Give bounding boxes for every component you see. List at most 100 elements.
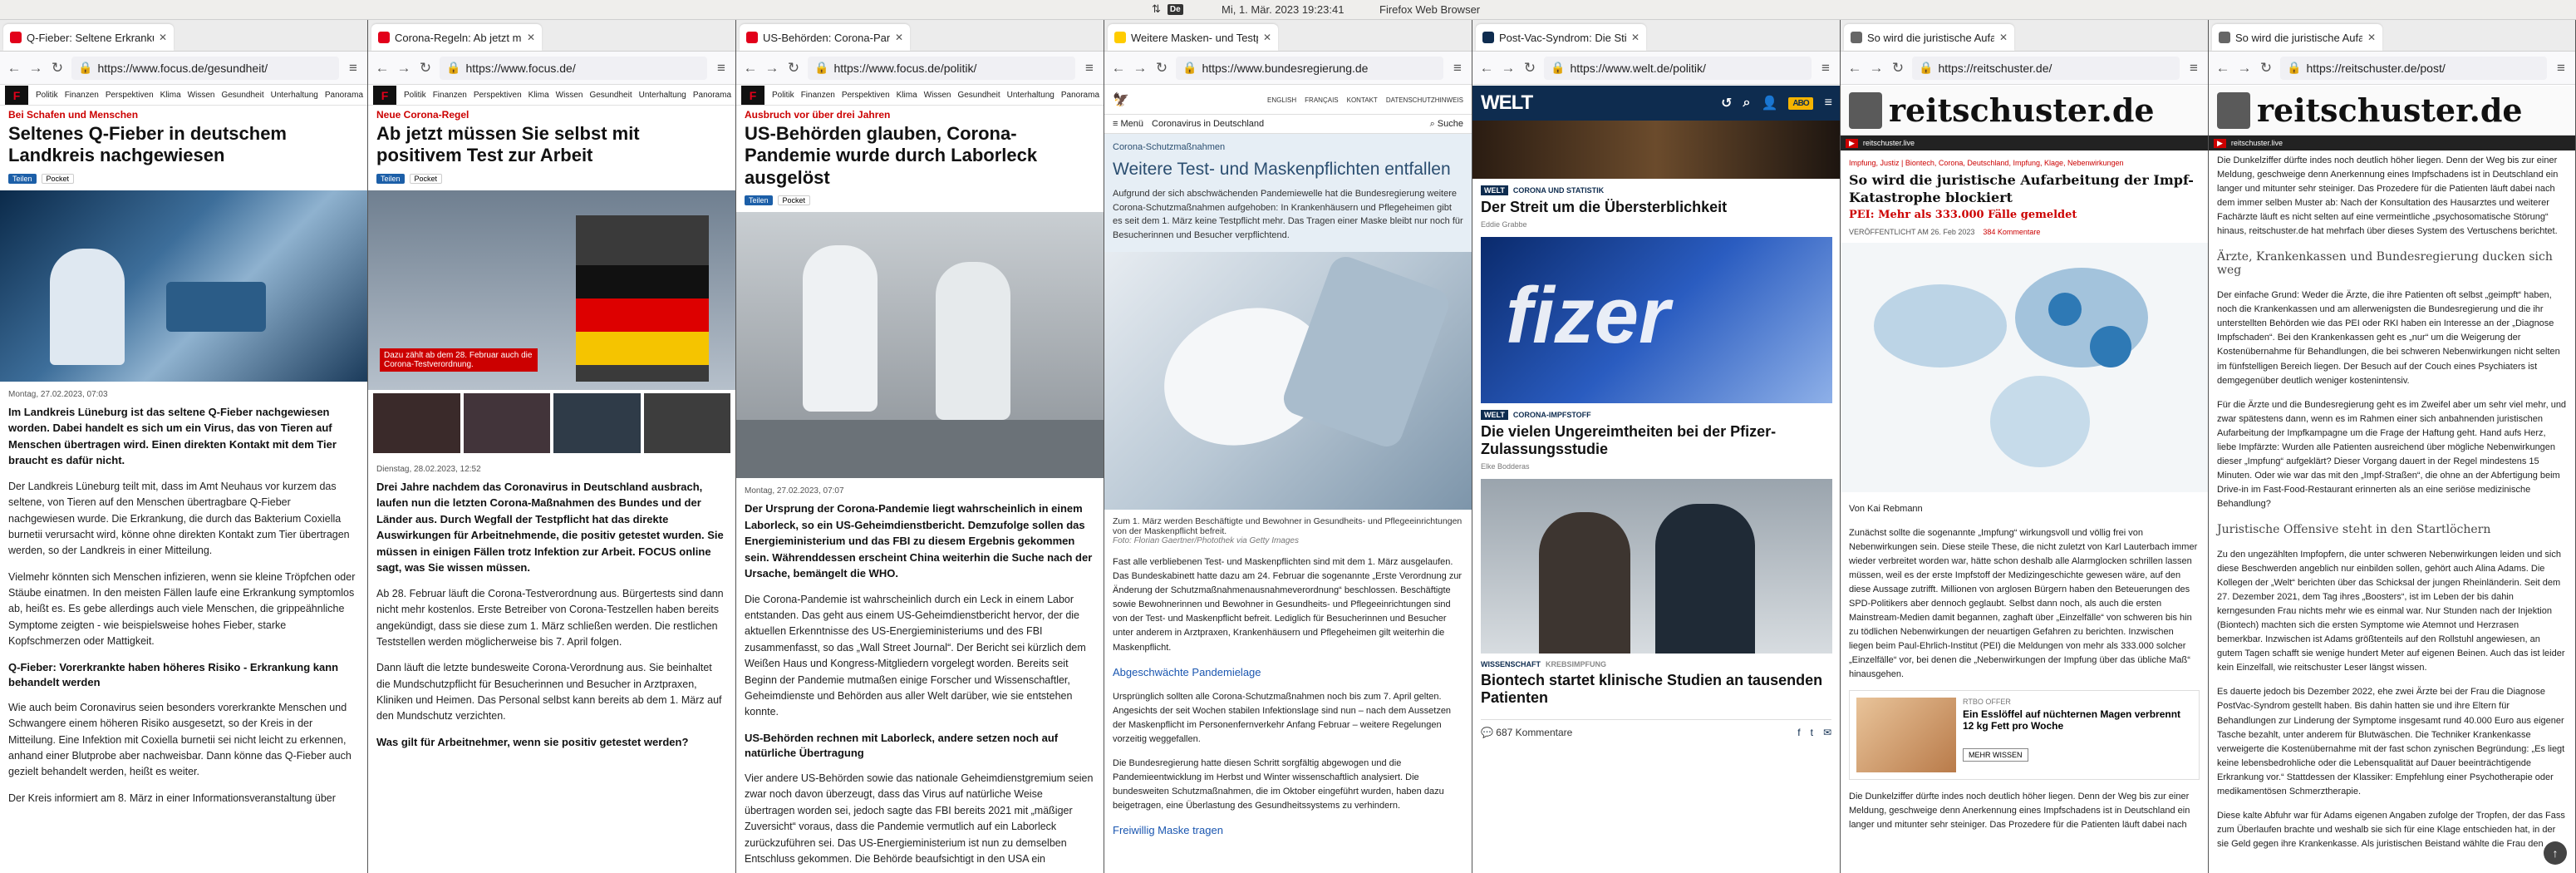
ad-more-button[interactable]: MEHR WISSEN	[1963, 748, 2028, 762]
close-tab-icon[interactable]: ✕	[2367, 32, 2376, 43]
close-tab-icon[interactable]: ✕	[1263, 32, 1271, 43]
menu-icon[interactable]: ≡	[1450, 60, 1465, 76]
menu-icon[interactable]: ≡	[2554, 60, 2569, 76]
nav-item[interactable]: Gesundheit	[221, 91, 263, 100]
section-link[interactable]: Abgeschwächte Pandemielage	[1113, 665, 1463, 680]
eagle-logo-icon[interactable]: 🦅	[1113, 91, 1129, 108]
advertisement[interactable]: RTBO OFFER Ein Esslöffel auf nüchternen M…	[1849, 690, 2200, 781]
pocket-button[interactable]: Pocket	[409, 173, 443, 184]
nav-item[interactable]: Wissen	[924, 91, 951, 100]
clock[interactable]: Mi, 1. Mär. 2023 19:23:41	[1222, 3, 1344, 16]
menu-button[interactable]: ≡ Menü	[1113, 119, 1143, 129]
search-button[interactable]: ⌕ Suche	[1430, 119, 1463, 130]
url-bar[interactable]: 🔒 https://www.focus.de/gesundheit/	[71, 56, 339, 80]
reload-icon[interactable]: ↻	[2259, 60, 2274, 76]
forward-icon[interactable]: →	[396, 60, 411, 76]
close-tab-icon[interactable]: ✕	[1999, 32, 2008, 43]
facebook-icon[interactable]: f	[1797, 727, 1800, 738]
nav-item[interactable]: Wissen	[556, 91, 583, 100]
url-bar[interactable]: 🔒 https://www.bundesregierung.de	[1176, 56, 1443, 80]
url-bar[interactable]: 🔒 https://www.focus.de/	[440, 56, 707, 80]
section-link[interactable]: Freiwillig Maske tragen	[1113, 823, 1463, 838]
pocket-button[interactable]: Pocket	[41, 173, 75, 184]
focus-logo[interactable]: F	[741, 86, 764, 105]
nav-item[interactable]: Klima	[160, 91, 181, 100]
live-badge[interactable]: ▶	[2214, 138, 2226, 148]
nav-item[interactable]: Finanzen	[801, 91, 835, 100]
browser-tab[interactable]: US-Behörden: Corona-Pandemie ✕	[740, 24, 910, 51]
menu-icon[interactable]: ≡	[346, 60, 361, 76]
nav-item[interactable]: Panorama	[325, 91, 363, 100]
forward-icon[interactable]: →	[28, 60, 43, 76]
scroll-top-button[interactable]: ↑	[2544, 841, 2567, 865]
menu-icon[interactable]: ≡	[2186, 60, 2201, 76]
browser-tab[interactable]: Post-Vac-Syndrom: Die Stigmata ✕	[1476, 24, 1646, 51]
nav-item[interactable]: Politik	[36, 91, 58, 100]
contact-link[interactable]: KONTAKT	[1347, 96, 1378, 104]
reload-icon[interactable]: ↻	[786, 60, 801, 76]
nav-item[interactable]: Politik	[772, 91, 794, 100]
close-tab-icon[interactable]: ✕	[1631, 32, 1639, 43]
forward-icon[interactable]: →	[1133, 60, 1148, 76]
close-tab-icon[interactable]: ✕	[527, 32, 535, 43]
breadcrumb[interactable]: Coronavirus in Deutschland	[1152, 119, 1264, 129]
category[interactable]: CORONA-IMPFSTOFF	[1513, 411, 1591, 419]
abo-button[interactable]: ABO	[1788, 96, 1813, 110]
url-bar[interactable]: 🔒 https://www.welt.de/politik/	[1544, 56, 1812, 80]
teaser-image[interactable]	[1481, 478, 1832, 654]
nav-item[interactable]: Gesundheit	[589, 91, 632, 100]
nav-item[interactable]: Finanzen	[433, 91, 467, 100]
share-button[interactable]: Teilen	[376, 173, 405, 184]
nav-item[interactable]: Finanzen	[65, 91, 99, 100]
pocket-button[interactable]: Pocket	[777, 195, 811, 206]
rs-logo[interactable]: reitschuster.de	[2257, 91, 2523, 129]
lang-english[interactable]: ENGLISH	[1267, 96, 1296, 104]
nav-item[interactable]: Politik	[404, 91, 426, 100]
nav-item[interactable]: Panorama	[693, 91, 731, 100]
category[interactable]: WISSENSCHAFT	[1481, 660, 1541, 668]
teaser-headline[interactable]: Der Streit um die Übersterblichkeit	[1481, 199, 1831, 217]
email-icon[interactable]: ✉	[1823, 727, 1831, 738]
focus-logo[interactable]: F	[373, 86, 396, 105]
back-icon[interactable]: ←	[2215, 60, 2230, 76]
forward-icon[interactable]: →	[764, 60, 779, 76]
reload-icon[interactable]: ↻	[50, 60, 65, 76]
back-icon[interactable]: ←	[7, 60, 22, 76]
twitter-icon[interactable]: t	[1811, 727, 1813, 738]
menu-icon[interactable]: ≡	[1082, 60, 1097, 76]
back-icon[interactable]: ←	[1847, 60, 1862, 76]
user-icon[interactable]: 👤	[1762, 95, 1778, 111]
category[interactable]: KREBSIMPFUNG	[1546, 660, 1606, 668]
nav-item[interactable]: Perspektiven	[842, 91, 890, 100]
nav-item[interactable]: Klima	[528, 91, 549, 100]
privacy-link[interactable]: DATENSCHUTZHINWEIS	[1386, 96, 1463, 104]
url-bar[interactable]: 🔒 https://www.focus.de/politik/	[808, 56, 1075, 80]
back-icon[interactable]: ←	[1111, 60, 1126, 76]
browser-tab[interactable]: Corona-Regeln: Ab jetzt müssen ✕	[371, 24, 542, 51]
url-bar[interactable]: 🔒 https://reitschuster.de/	[1912, 56, 2180, 80]
article-tags[interactable]: Impfung, Justiz | Biontech, Corona, Deut…	[1849, 159, 2200, 167]
forward-icon[interactable]: →	[2237, 60, 2252, 76]
focus-logo[interactable]: F	[5, 86, 28, 105]
system-tray[interactable]: ⇅ De	[1152, 2, 1183, 16]
keyboard-layout-indicator[interactable]: De	[1167, 3, 1183, 15]
browser-tab[interactable]: So wird die juristische Aufarbeitung ✕	[2212, 24, 2382, 51]
live-badge[interactable]: ▶	[1846, 138, 1858, 148]
teaser-headline[interactable]: Biontech startet klinische Studien an ta…	[1481, 672, 1831, 708]
network-icon[interactable]: ⇅	[1152, 2, 1161, 16]
back-icon[interactable]: ←	[1479, 60, 1494, 76]
browser-tab[interactable]: Weitere Masken- und Testpflichten ✕	[1108, 24, 1278, 51]
rs-live-link[interactable]: reitschuster.live	[2231, 139, 2283, 147]
nav-item[interactable]: Panorama	[1061, 91, 1099, 100]
menu-icon[interactable]: ≡	[1825, 96, 1832, 111]
browser-tab[interactable]: So wird die juristische Aufarbeitung ✕	[1844, 24, 2014, 51]
comments-icon[interactable]: 💬	[1481, 727, 1496, 738]
reload-icon[interactable]: ↻	[1154, 60, 1169, 76]
menu-icon[interactable]: ≡	[1818, 60, 1833, 76]
reload-icon[interactable]: ↻	[418, 60, 433, 76]
share-button[interactable]: Teilen	[8, 173, 37, 184]
search-icon[interactable]: ⌕	[1743, 96, 1751, 111]
teaser-image[interactable]: fizer	[1481, 236, 1832, 403]
nav-item[interactable]: Unterhaltung	[639, 91, 686, 100]
menu-icon[interactable]: ≡	[714, 60, 729, 76]
